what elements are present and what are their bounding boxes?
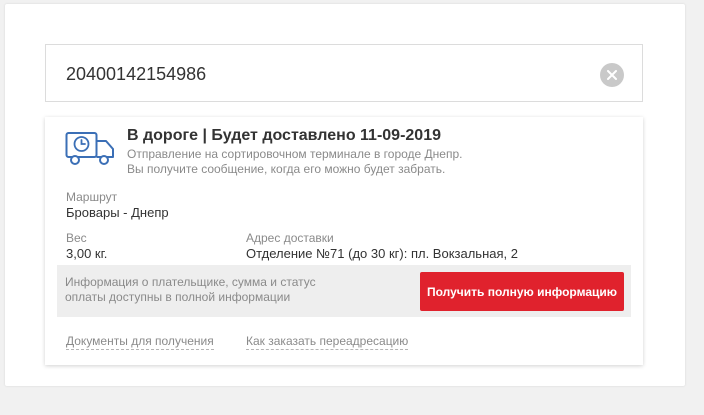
full-info-notice-line: оплаты доступны в полной информации <box>65 290 291 304</box>
delivery-address-label: Адрес доставки <box>246 231 334 245</box>
close-icon <box>607 70 617 80</box>
route-label: Маршрут <box>66 190 118 204</box>
delivery-status-title: В дороге | Будет доставлено 11-09-2019 <box>127 127 441 144</box>
delivery-address-value: Отделение №71 (до 30 кг): пл. Вокзальная… <box>246 246 518 261</box>
weight-value: 3,00 кг. <box>66 246 108 261</box>
documents-link[interactable]: Документы для получения <box>66 334 214 350</box>
full-info-notice: Информация о плательщике, сумма и статус… <box>65 275 355 305</box>
clear-search-button[interactable] <box>600 63 624 87</box>
tracking-number-input[interactable] <box>66 59 586 89</box>
tracking-search-box <box>45 44 643 102</box>
delivery-status-description: Отправление на сортировочном терминале в… <box>127 147 462 177</box>
status-description-line: Вы получите сообщение, когда его можно б… <box>127 162 446 176</box>
tracking-result-card: В дороге | Будет доставлено 11-09-2019 О… <box>45 117 643 365</box>
get-full-info-button[interactable]: Получить полную информацию <box>420 272 624 311</box>
weight-label: Вес <box>66 231 87 245</box>
redirect-link[interactable]: Как заказать переадресацию <box>246 334 409 350</box>
truck-clock-icon <box>65 132 114 165</box>
full-info-bar: Информация о плательщике, сумма и статус… <box>57 265 631 317</box>
route-value: Бровары - Днепр <box>66 205 169 220</box>
full-info-notice-line: Информация о плательщике, сумма и статус <box>65 275 316 289</box>
status-description-line: Отправление на сортировочном терминале в… <box>127 147 463 161</box>
